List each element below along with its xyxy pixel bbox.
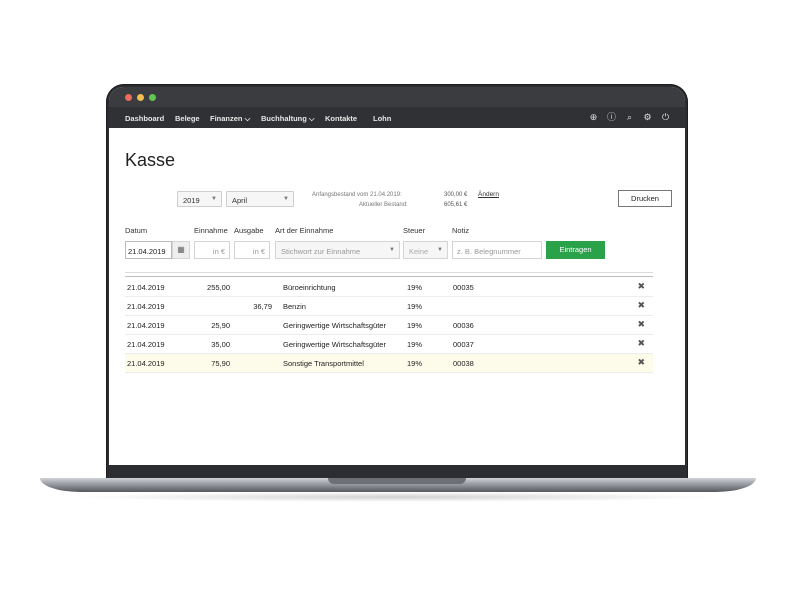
laptop-notch xyxy=(328,478,466,484)
table-row: 21.04.2019 25,90 Geringwertige Wirtschaf… xyxy=(125,316,653,335)
tax-select-placeholder: Keine xyxy=(409,247,429,256)
table-row: 21.04.2019 255,00 Büroeinrichtung 19% 00… xyxy=(125,278,653,297)
note-input[interactable]: z. B. Belegnummer xyxy=(452,241,542,259)
entry-date: 21.04.2019 xyxy=(127,302,165,311)
entry-income: 75,90 xyxy=(211,359,230,368)
entry-date: 21.04.2019 xyxy=(127,321,165,330)
table-row: 21.04.2019 36,79 Benzin 19% ✖ xyxy=(125,297,653,316)
opening-balance-label: Anfangsbestand vom 21.04.2019: xyxy=(312,192,402,198)
date-input-value: 21.04.2019 xyxy=(128,247,166,256)
entry-type: Benzin xyxy=(283,302,306,311)
entry-date: 21.04.2019 xyxy=(127,283,165,292)
entry-income: 35,00 xyxy=(211,340,230,349)
maximize-window-button[interactable] xyxy=(149,94,156,101)
app-window: Dashboard Belege Finanzen ⌵ Buchhaltung … xyxy=(109,87,685,465)
main-navbar: Dashboard Belege Finanzen ⌵ Buchhaltung … xyxy=(109,107,685,128)
nav-kontakte[interactable]: Kontakte xyxy=(325,114,357,123)
entry-type: Geringwertige Wirtschaftsgüter xyxy=(283,321,386,330)
plus-circle-icon[interactable]: ⊕ xyxy=(588,112,599,123)
table-row: 21.04.2019 35,00 Geringwertige Wirtschaf… xyxy=(125,335,653,354)
entry-type: Sonstige Transportmittel xyxy=(283,359,364,368)
entry-tax: 19% xyxy=(407,340,423,349)
entry-type: Geringwertige Wirtschaftsgüter xyxy=(283,340,386,349)
change-balance-link[interactable]: Ändern xyxy=(478,191,499,198)
chevron-down-icon: ▼ xyxy=(283,196,289,202)
month-select-value: April xyxy=(232,196,248,205)
income-label: Einnahme xyxy=(194,226,228,235)
entry-date: 21.04.2019 xyxy=(127,359,165,368)
nav-lohn[interactable]: Lohn xyxy=(373,114,391,123)
laptop-shadow xyxy=(70,492,726,502)
income-input-placeholder: in € xyxy=(212,247,225,256)
nav-buchhaltung[interactable]: Buchhaltung ⌵ xyxy=(261,114,315,124)
tax-label: Steuer xyxy=(403,226,426,235)
entry-note: 00035 xyxy=(453,283,474,292)
nav-icon-group: ⊕ ⓘ ⌕ ⚙ ⏻ xyxy=(588,112,671,123)
entry-date: 21.04.2019 xyxy=(127,340,165,349)
divider xyxy=(125,276,653,277)
expense-input[interactable]: in € xyxy=(234,241,270,259)
year-select-value: 2019 xyxy=(183,196,200,205)
nav-finanzen[interactable]: Finanzen ⌵ xyxy=(210,114,250,124)
delete-icon[interactable]: ✖ xyxy=(637,319,645,330)
note-input-placeholder: z. B. Belegnummer xyxy=(457,247,521,256)
current-balance-label: Aktueller Bestand: xyxy=(359,202,408,208)
note-label: Notiz xyxy=(452,226,470,235)
date-input[interactable]: 21.04.2019 xyxy=(125,241,172,259)
entry-note: 00036 xyxy=(453,321,474,330)
tax-select[interactable]: Keine ▼ xyxy=(403,241,448,259)
entry-expense: 36,79 xyxy=(253,302,272,311)
type-select-placeholder: Stichwort zur Einnahme xyxy=(281,247,361,256)
entry-tax: 19% xyxy=(407,302,423,311)
chevron-down-icon: ▼ xyxy=(211,196,217,202)
search-icon[interactable]: ⌕ xyxy=(624,112,635,123)
minimize-window-button[interactable] xyxy=(137,94,144,101)
year-select[interactable]: 2019 ▼ xyxy=(177,191,222,207)
delete-icon[interactable]: ✖ xyxy=(637,300,645,311)
table-row: 21.04.2019 75,90 Sonstige Transportmitte… xyxy=(125,354,653,373)
page-title: Kasse xyxy=(125,150,176,170)
delete-icon[interactable]: ✖ xyxy=(637,357,645,368)
delete-icon[interactable]: ✖ xyxy=(637,338,645,349)
calendar-icon[interactable]: ▦ xyxy=(172,241,190,259)
nav-belege[interactable]: Belege xyxy=(175,114,200,123)
opening-balance-value: 300,00 € xyxy=(444,192,468,198)
entry-tax: 19% xyxy=(407,283,423,292)
expense-label: Ausgabe xyxy=(234,226,264,235)
delete-icon[interactable]: ✖ xyxy=(637,281,645,292)
entry-note: 00037 xyxy=(453,340,474,349)
gear-icon[interactable]: ⚙ xyxy=(642,112,653,123)
entries-table: 21.04.2019 255,00 Büroeinrichtung 19% 00… xyxy=(125,278,653,373)
power-icon[interactable]: ⏻ xyxy=(660,112,671,123)
month-select[interactable]: April ▼ xyxy=(226,191,294,207)
main-content: Kasse 2019 ▼ April ▼ Anfangsbestand vom … xyxy=(109,128,685,465)
help-icon[interactable]: ⓘ xyxy=(606,112,617,123)
divider xyxy=(125,272,653,273)
entry-tax: 19% xyxy=(407,359,423,368)
laptop-chin xyxy=(109,465,685,478)
expense-input-placeholder: in € xyxy=(252,247,265,256)
date-label: Datum xyxy=(125,226,148,235)
print-button[interactable]: Drucken xyxy=(618,190,672,207)
entry-income: 255,00 xyxy=(207,283,230,292)
chevron-down-icon: ▼ xyxy=(389,247,395,253)
nav-dashboard[interactable]: Dashboard xyxy=(125,114,164,123)
window-titlebar xyxy=(109,87,685,107)
type-select[interactable]: Stichwort zur Einnahme ▼ xyxy=(275,241,400,259)
income-input[interactable]: in € xyxy=(194,241,230,259)
submit-entry-button[interactable]: Eintragen xyxy=(546,241,605,259)
entry-income: 25,90 xyxy=(211,321,230,330)
chevron-down-icon: ▼ xyxy=(437,247,443,253)
entry-type: Büroeinrichtung xyxy=(283,283,336,292)
type-label: Art der Einnahme xyxy=(275,226,334,235)
entry-tax: 19% xyxy=(407,321,423,330)
entry-note: 00038 xyxy=(453,359,474,368)
current-balance-value: 605,61 € xyxy=(444,202,468,208)
close-window-button[interactable] xyxy=(125,94,132,101)
